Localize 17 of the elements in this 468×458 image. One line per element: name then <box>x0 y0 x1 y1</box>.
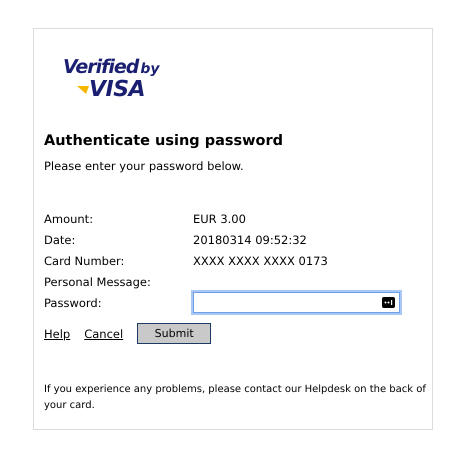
detail-label: Date: <box>44 232 76 246</box>
instruction-text: Please enter your password below. <box>44 159 245 173</box>
link[interactable]: Cancel <box>84 326 124 340</box>
detail-label: Amount: <box>44 212 94 226</box>
detail-value: EUR 3.00 <box>193 212 246 226</box>
link[interactable]: Help <box>44 326 70 340</box>
logo: Verifiedby VISA <box>63 57 161 103</box>
detail-label: Card Number: <box>44 254 126 268</box>
password-field[interactable] <box>193 292 400 313</box>
footer-text: If you experience any problems, please contact our Helpdesk on the back of your card. <box>44 383 428 413</box>
submit-button[interactable]: Submit <box>137 323 212 344</box>
key-icon <box>382 297 395 308</box>
password-label: Password: <box>44 296 103 310</box>
heading: Authenticate using password <box>44 133 284 149</box>
detail-value: 20180314 09:52:32 <box>193 232 307 246</box>
detail-label: Personal Message: <box>44 274 152 288</box>
detail-value: XXXX XXXX XXXX 0173 <box>193 254 328 268</box>
